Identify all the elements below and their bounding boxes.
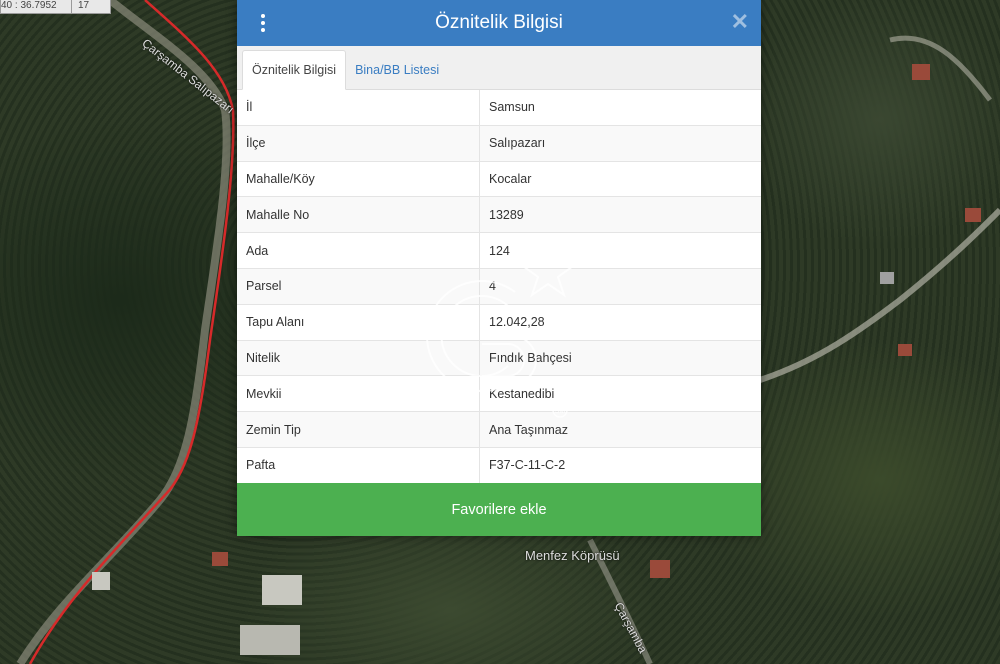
- attribute-value: Kestanedibi: [479, 375, 761, 413]
- dialog-title: Öznitelik Bilgisi: [435, 12, 563, 33]
- dialog-header: Öznitelik Bilgisi ✕: [237, 0, 761, 46]
- close-icon[interactable]: ✕: [731, 9, 749, 35]
- tab-bar: Öznitelik Bilgisi Bina/BB Listesi: [237, 46, 761, 90]
- attribute-key: Zemin Tip: [237, 411, 480, 448]
- attribute-info-dialog: Öznitelik Bilgisi ✕ Öznitelik Bilgisi Bi…: [237, 0, 761, 536]
- table-row: İl Samsun: [237, 90, 761, 126]
- attribute-value: 13289: [479, 196, 761, 234]
- table-row: Tapu Alanı 12.042,28: [237, 304, 761, 341]
- attribute-value: 12.042,28: [479, 304, 761, 341]
- attribute-value: Salıpazarı: [479, 125, 761, 162]
- table-row: Mahalle/Köy Kocalar: [237, 161, 761, 198]
- attribute-key: Mahalle No: [237, 196, 480, 234]
- attribute-value: 4: [479, 268, 761, 305]
- attribute-value: Samsun: [479, 90, 761, 126]
- attribute-value: F37-C-11-C-2: [479, 447, 761, 484]
- bridge-label: Menfez Köprüsü: [525, 548, 620, 563]
- table-row: Pafta F37-C-11-C-2: [237, 447, 761, 484]
- tab-attribute-info[interactable]: Öznitelik Bilgisi: [242, 50, 347, 90]
- more-options-icon[interactable]: [255, 10, 271, 36]
- table-row: İlçe Salıpazarı: [237, 125, 761, 162]
- attribute-key: Mevkii: [237, 375, 480, 413]
- attribute-key: Mahalle/Köy: [237, 161, 480, 198]
- table-row: Ada 124: [237, 232, 761, 269]
- attribute-value: Ana Taşınmaz: [479, 411, 761, 448]
- table-row: Zemin Tip Ana Taşınmaz: [237, 411, 761, 448]
- table-row: Mevkii Kestanedibi: [237, 375, 761, 413]
- add-to-favorites-button[interactable]: Favorilere ekle: [237, 483, 761, 536]
- attribute-key: İlçe: [237, 125, 480, 162]
- attribute-value: Fındık Bahçesi: [479, 340, 761, 377]
- attribute-key: Parsel: [237, 268, 480, 305]
- attribute-key: Ada: [237, 232, 480, 269]
- coordinate-value: 40 : 36.7952: [1, 0, 72, 13]
- attribute-value: Kocalar: [479, 161, 761, 198]
- table-row: Nitelik Fındık Bahçesi: [237, 340, 761, 377]
- tab-building-list[interactable]: Bina/BB Listesi: [346, 51, 448, 89]
- attribute-key: İl: [237, 90, 480, 126]
- attribute-key: Nitelik: [237, 340, 480, 377]
- table-row: Parsel 4: [237, 268, 761, 305]
- attribute-value: 124: [479, 232, 761, 269]
- attribute-table: İl Samsun İlçe Salıpazarı Mahalle/Köy Kocal…: [237, 90, 761, 484]
- attribute-key: Pafta: [237, 447, 480, 484]
- zoom-level: 17: [78, 0, 90, 11]
- coordinate-readout: 40 : 36.7952 17: [0, 0, 111, 14]
- attribute-key: Tapu Alanı: [237, 304, 480, 341]
- table-row: Mahalle No 13289: [237, 196, 761, 234]
